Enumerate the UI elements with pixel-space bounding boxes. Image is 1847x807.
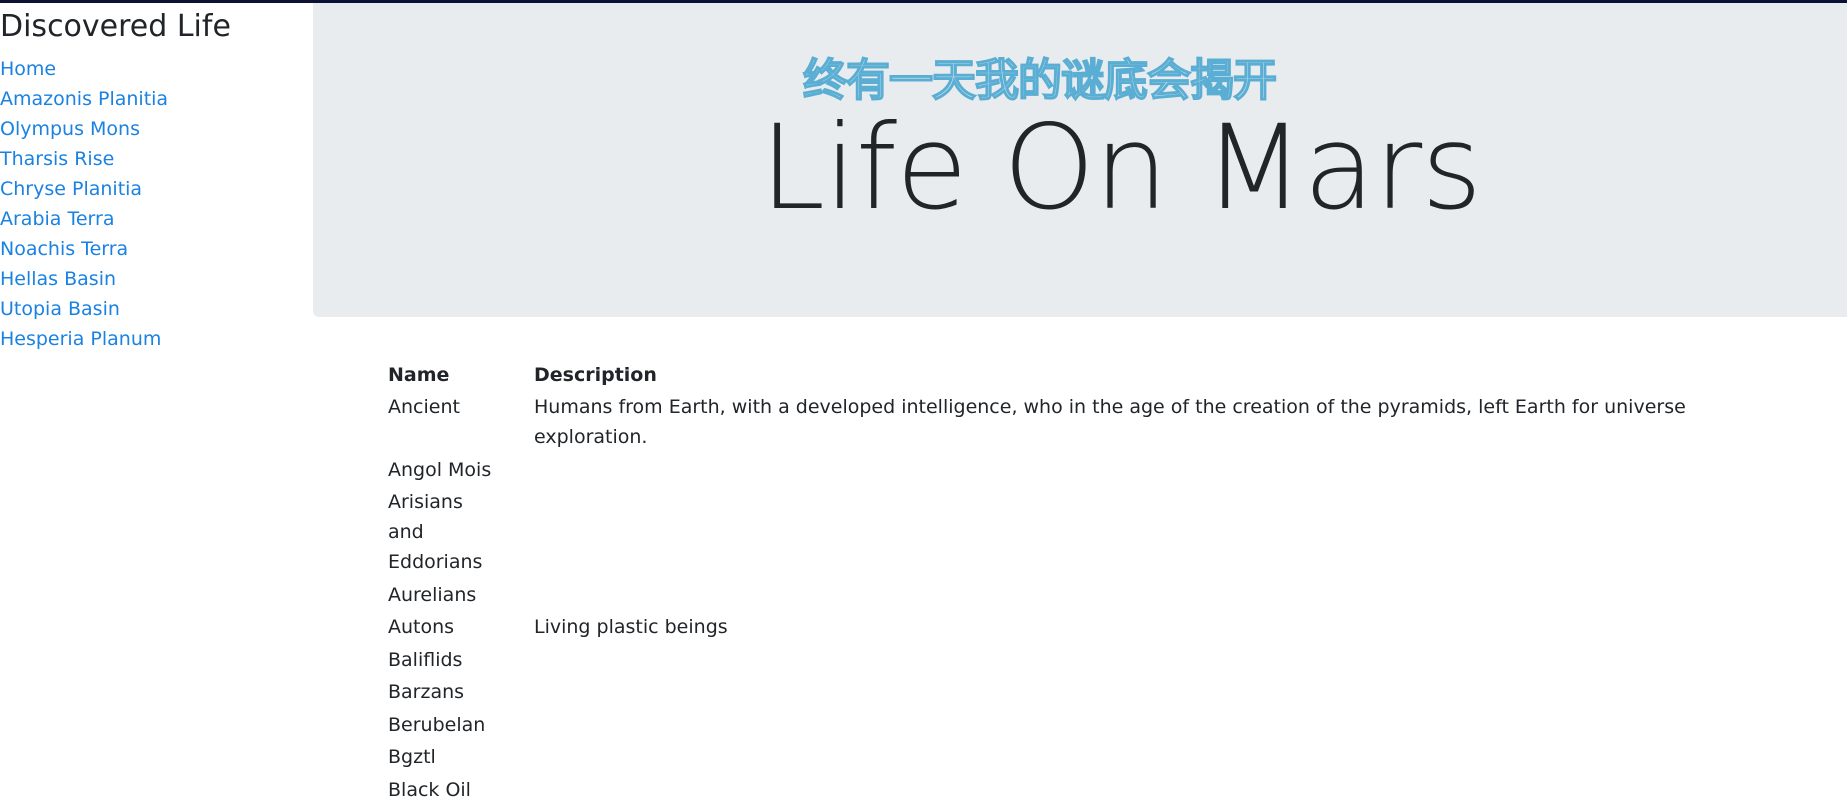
table-row: Baliflids [388, 645, 1838, 678]
table-row: Black Oil [388, 775, 1838, 807]
species-description: Living plastic beings [534, 612, 1838, 645]
nav-link-utopia-basin[interactable]: Utopia Basin [0, 294, 312, 324]
main-content: Name Description Ancient Humans from Ear… [388, 360, 1838, 807]
table-row: Barzans [388, 677, 1838, 710]
table-row: Aurelians [388, 580, 1838, 613]
nav-link-home[interactable]: Home [0, 54, 312, 84]
table-row: Ancient Humans from Earth, with a develo… [388, 392, 1838, 455]
species-description [534, 742, 1838, 775]
table-row: Berubelan [388, 710, 1838, 743]
species-description [534, 580, 1838, 613]
hero-title: Life On Mars [760, 103, 1760, 233]
species-description [534, 645, 1838, 678]
table-header-row: Name Description [388, 360, 1838, 392]
species-description [534, 677, 1838, 710]
species-name: Angol Mois [388, 455, 534, 488]
species-name: Autons [388, 612, 534, 645]
nav-link-hesperia-planum[interactable]: Hesperia Planum [0, 324, 312, 354]
species-table: Name Description Ancient Humans from Ear… [388, 360, 1838, 807]
site-title: Discovered Life [0, 7, 312, 47]
species-name: Bgztl [388, 742, 534, 775]
species-name: Baliflids [388, 645, 534, 678]
nav-link-hellas-basin[interactable]: Hellas Basin [0, 264, 312, 294]
nav-link-arabia-terra[interactable]: Arabia Terra [0, 204, 312, 234]
hero-banner: 终有一天我的谜底会揭开 Life On Mars [313, 3, 1847, 317]
column-header-name: Name [388, 360, 534, 392]
table-row: Arisians and Eddorians [388, 487, 1838, 580]
nav-link-tharsis-rise[interactable]: Tharsis Rise [0, 144, 312, 174]
species-description: Humans from Earth, with a developed inte… [534, 392, 1838, 455]
species-name: Aurelians [388, 580, 534, 613]
species-description [534, 455, 1838, 488]
nav-link-olympus-mons[interactable]: Olympus Mons [0, 114, 312, 144]
species-name: Arisians and Eddorians [388, 487, 534, 580]
species-name: Black Oil [388, 775, 534, 807]
species-name: Berubelan [388, 710, 534, 743]
nav-link-noachis-terra[interactable]: Noachis Terra [0, 234, 312, 264]
species-name: Barzans [388, 677, 534, 710]
species-description [534, 775, 1838, 807]
column-header-description: Description [534, 360, 1838, 392]
species-name: Ancient [388, 392, 534, 455]
nav-link-chryse-planitia[interactable]: Chryse Planitia [0, 174, 312, 204]
species-description [534, 487, 1838, 580]
sidebar: Discovered Life Home Amazonis Planitia O… [0, 3, 312, 354]
nav-link-amazonis-planitia[interactable]: Amazonis Planitia [0, 84, 312, 114]
table-row: Bgztl [388, 742, 1838, 775]
species-description [534, 710, 1838, 743]
table-row: Angol Mois [388, 455, 1838, 488]
table-row: Autons Living plastic beings [388, 612, 1838, 645]
